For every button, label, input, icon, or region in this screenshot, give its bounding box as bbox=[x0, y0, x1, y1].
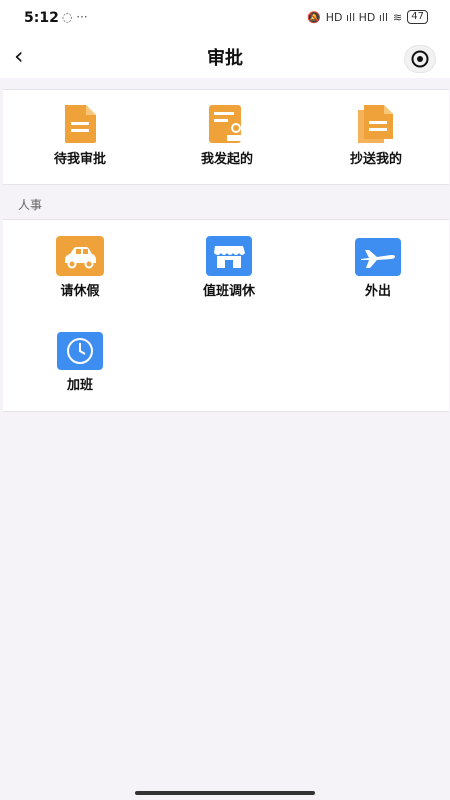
car-icon bbox=[56, 236, 104, 276]
signal-icon: HD ıll HD ıll bbox=[325, 10, 389, 24]
home-indicator[interactable] bbox=[135, 791, 315, 795]
status-bar: 5:12 ◌ ··· 🔕 HD ıll HD ıll ≋ 47 bbox=[0, 0, 450, 38]
hr-item-leave[interactable]: 请休假 bbox=[10, 236, 150, 299]
page-title: 审批 bbox=[207, 48, 243, 69]
hr-item-overtime[interactable]: 加班 bbox=[10, 332, 150, 393]
airplane-icon bbox=[355, 238, 401, 276]
clock-icon bbox=[57, 332, 103, 370]
status-time: 5:12 bbox=[24, 10, 59, 26]
notification-icons: ◌ ··· bbox=[62, 10, 88, 24]
document-icon bbox=[65, 105, 96, 143]
wifi-icon: ≋ bbox=[393, 10, 403, 24]
hr-item-label: 加班 bbox=[66, 378, 93, 393]
approval-item-pending[interactable]: 待我审批 bbox=[10, 104, 150, 167]
battery-icon: 47 bbox=[407, 10, 428, 24]
section-title-hr: 人事 bbox=[18, 198, 43, 212]
status-right: 🔕 HD ıll HD ıll ≋ 47 bbox=[307, 10, 428, 24]
approval-item-initiated[interactable]: 我发起的 bbox=[157, 104, 297, 167]
documents-stack-icon bbox=[358, 105, 393, 143]
hr-item-label: 外出 bbox=[364, 284, 391, 299]
approval-item-label: 抄送我的 bbox=[349, 152, 402, 167]
document-stamp-icon bbox=[209, 105, 245, 143]
hr-section: 请休假 值班调休 外出 加班 bbox=[3, 219, 449, 412]
approval-item-label: 我发起的 bbox=[200, 152, 253, 167]
hr-item-label: 请休假 bbox=[60, 284, 100, 299]
hr-item-outing[interactable]: 外出 bbox=[308, 238, 448, 299]
approval-item-label: 待我审批 bbox=[53, 152, 106, 167]
mute-icon: 🔕 bbox=[307, 10, 321, 24]
approval-section: 待我审批 我发起的 抄送我的 bbox=[3, 89, 449, 185]
approval-item-cc[interactable]: 抄送我的 bbox=[306, 104, 446, 167]
hr-item-duty-swap[interactable]: 值班调休 bbox=[159, 236, 299, 299]
hr-item-label: 值班调休 bbox=[202, 284, 255, 299]
shop-icon bbox=[206, 236, 252, 276]
target-icon bbox=[411, 50, 429, 68]
nav-bar: ‹ 审批 bbox=[0, 38, 450, 78]
target-button[interactable] bbox=[404, 45, 436, 73]
